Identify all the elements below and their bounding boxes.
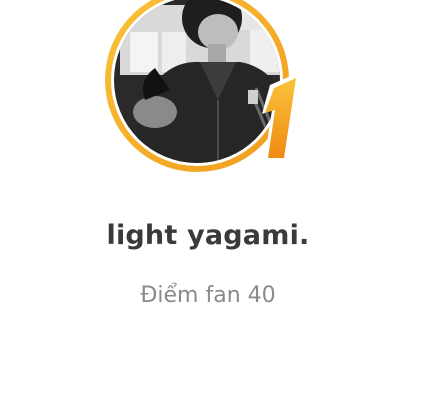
username: light yagami. bbox=[106, 220, 310, 251]
fan-score-label: Điểm fan 40 bbox=[140, 283, 276, 308]
profile-card: light yagami. Điểm fan 40 bbox=[0, 0, 442, 412]
avatar[interactable] bbox=[100, 0, 310, 182]
avatar-container[interactable] bbox=[100, 0, 310, 182]
